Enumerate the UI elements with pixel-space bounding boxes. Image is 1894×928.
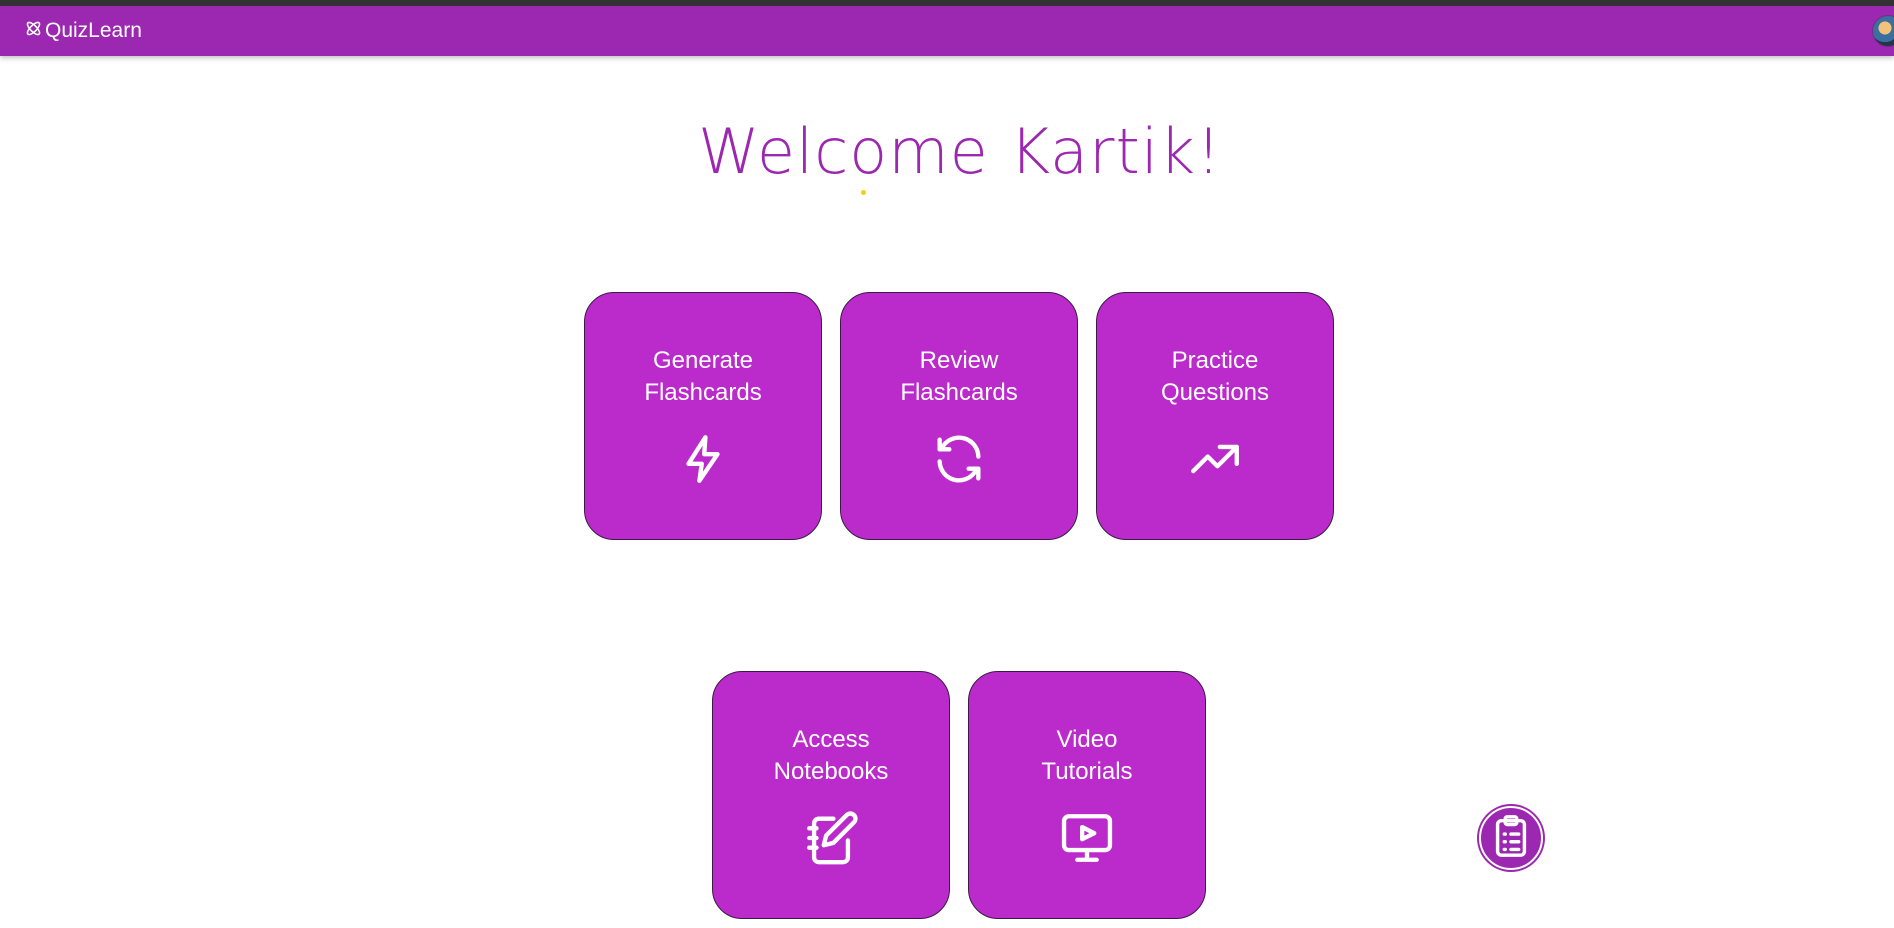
navbar: QuizLearn: [0, 6, 1894, 56]
card-label: Practice Questions: [1160, 347, 1270, 406]
practice-questions-card[interactable]: Practice Questions: [1096, 292, 1334, 540]
review-flashcards-card[interactable]: Review Flashcards: [840, 292, 1078, 540]
welcome-heading: Welcome Kartik!: [698, 115, 1222, 188]
refresh-icon: [930, 430, 988, 488]
card-label: Generate Flashcards: [644, 347, 762, 406]
video-tutorials-card[interactable]: Video Tutorials: [968, 671, 1206, 919]
card-label: Review Flashcards: [900, 347, 1018, 406]
brand[interactable]: QuizLearn: [24, 14, 142, 48]
clipboard-list-icon: [1488, 813, 1534, 864]
atom-icon: [24, 19, 43, 38]
clipboard-fab-button[interactable]: [1479, 806, 1543, 870]
avatar[interactable]: [1872, 15, 1894, 47]
notebook-pen-icon: [802, 809, 860, 867]
card-label: Video Tutorials: [1041, 726, 1133, 785]
generate-flashcards-card[interactable]: Generate Flashcards: [584, 292, 822, 540]
brand-name: QuizLearn: [45, 19, 142, 42]
video-monitor-icon: [1058, 809, 1116, 867]
decorative-dot: [861, 190, 866, 195]
lightning-icon: [674, 430, 732, 488]
card-label: Access Notebooks: [773, 726, 889, 785]
trending-up-icon: [1186, 430, 1244, 488]
access-notebooks-card[interactable]: Access Notebooks: [712, 671, 950, 919]
